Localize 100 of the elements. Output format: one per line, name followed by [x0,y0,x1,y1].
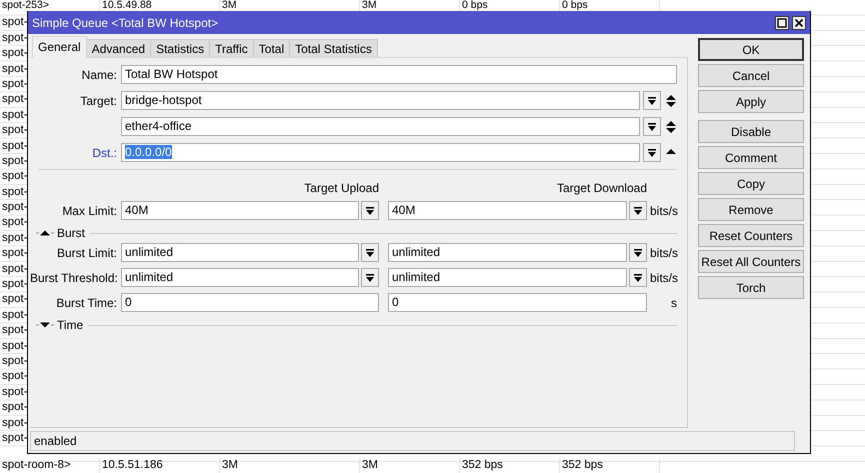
dialog-button[interactable]: Copy [698,172,804,195]
section-header[interactable]: Burst [57,224,86,242]
tab[interactable]: Total [252,39,290,58]
dialog-button[interactable]: Torch [698,276,804,299]
dropdown-arrow-icon [647,96,657,106]
input-field[interactable]: unlimited [121,243,359,262]
dropdown-button[interactable] [629,243,647,262]
dialog-button[interactable]: Remove [698,198,804,221]
tab[interactable]: Traffic [209,39,254,58]
dialog-button[interactable]: Comment [698,146,804,169]
input-field[interactable]: bridge-hotspot [121,91,640,110]
column-header: Target Upload [304,180,379,195]
maximize-button[interactable] [775,16,789,30]
dropdown-arrow-icon [365,272,375,282]
dialog-button[interactable]: Cancel [698,64,804,87]
field-label: Target: [79,92,117,110]
list-cell-text: spot- [1,262,28,277]
list-cell-text: spot- [1,292,28,308]
input-field[interactable]: 0 [121,293,379,312]
unit-label: s [670,294,677,312]
dialog-button[interactable]: Disable [698,120,804,143]
dialog-button[interactable]: Reset All Counters [698,250,804,273]
tab[interactable]: Advanced [86,39,152,58]
list-cell: 3M [360,458,460,473]
input-field[interactable]: ether4-office [121,117,640,136]
dropdown-button[interactable] [643,143,661,162]
list-cell-text: spot- [1,154,28,169]
list-cell-text: spot- [1,46,28,62]
dropdown-button[interactable] [361,268,379,287]
list-cell: 352 bps [560,458,660,473]
dropdown-arrow-icon [647,148,657,158]
field-label: Max Limit: [61,202,117,220]
dropdown-arrow-icon [365,206,375,216]
dropdown-button[interactable] [361,243,379,262]
input-field[interactable]: Total BW Hotspot [121,65,677,84]
field-label: Dst.: [91,144,117,162]
field-label: Burst Time: [55,294,117,312]
input-field[interactable]: 40M [388,201,627,220]
section-header[interactable]: Time [57,316,84,334]
input-field[interactable]: 40M [121,201,359,220]
list-cell-text: spot- [1,246,28,262]
column-header: Target Download [556,180,647,195]
dropdown-button[interactable] [361,201,379,220]
unit-label: bits/s [650,244,677,262]
close-button[interactable] [792,16,806,30]
list-cell-text: spot- [1,308,28,323]
unit-label: bits/s [650,270,677,286]
list-cell-text: spot- [1,354,28,369]
list-cell: 3M [220,458,360,473]
list-cell-text: spot- [1,384,28,400]
list-cell-text: spot- [1,30,28,46]
window-title: Simple Queue <Total BW Hotspot> [32,14,220,32]
input-field[interactable]: unlimited [388,243,627,262]
dropdown-arrow-icon [633,272,643,282]
input-field[interactable]: 0 [388,293,647,312]
list-cell-text: spot- [1,215,28,230]
list-cell-text: spot- [1,184,28,200]
expand-arrow-icon[interactable] [36,320,54,330]
list-cell-text: spot- [1,138,28,154]
tab[interactable]: Statistics [150,39,210,58]
list-cell-text: spot- [1,430,28,446]
dialog-button[interactable]: Reset Counters [698,224,804,247]
unit-label: bits/s [650,202,677,220]
list-cell-text: spot- [1,230,28,246]
list-cell-text: spot- [1,323,28,338]
list-cell-text: spot- [1,400,28,416]
dropdown-arrow-icon [633,248,643,258]
tab[interactable]: Total Statistics [289,39,378,58]
dialog-button[interactable]: OK [698,38,804,61]
dropdown-button[interactable] [629,268,647,287]
input-field[interactable]: unlimited [388,268,627,287]
collapse-arrow-icon[interactable] [36,228,54,238]
list-cell-text: spot- [1,92,28,108]
list-cell-text: spot- [1,62,28,77]
list-cell-text: spot- [1,277,28,292]
field-label: Burst Limit: [56,244,117,262]
list-cell-text: spot- [1,369,28,384]
list-cell-text: spot- [1,15,28,30]
list-cell: 352 bps [460,458,560,473]
list-cell: 10.5.51.186 [100,458,220,473]
dropdown-button[interactable] [629,201,647,220]
dropdown-arrow-icon [647,122,657,132]
up-down-arrows-icon[interactable] [665,94,677,108]
list-cell: spot-room-8> [0,458,100,473]
dropdown-button[interactable] [643,91,661,110]
list-cell-text: spot- [1,200,28,216]
dropdown-arrow-icon [633,206,643,216]
dialog-button[interactable]: Apply [698,90,804,113]
dropdown-button[interactable] [643,117,661,136]
dropdown-arrow-icon [365,248,375,258]
list-cell-text: spot- [1,123,28,138]
input-field[interactable]: 0.0.0.0/0 [121,143,640,162]
list-cell-text: spot- [1,76,28,92]
input-field[interactable]: unlimited [121,268,359,287]
list-cell-text: spot- [1,108,28,123]
list-cell-text: spot- [1,169,28,184]
list-cell-text: spot- [1,416,28,431]
up-down-arrows-icon[interactable] [665,120,677,134]
tab[interactable]: General [32,36,87,58]
list-cell-text: spot- [1,338,28,354]
